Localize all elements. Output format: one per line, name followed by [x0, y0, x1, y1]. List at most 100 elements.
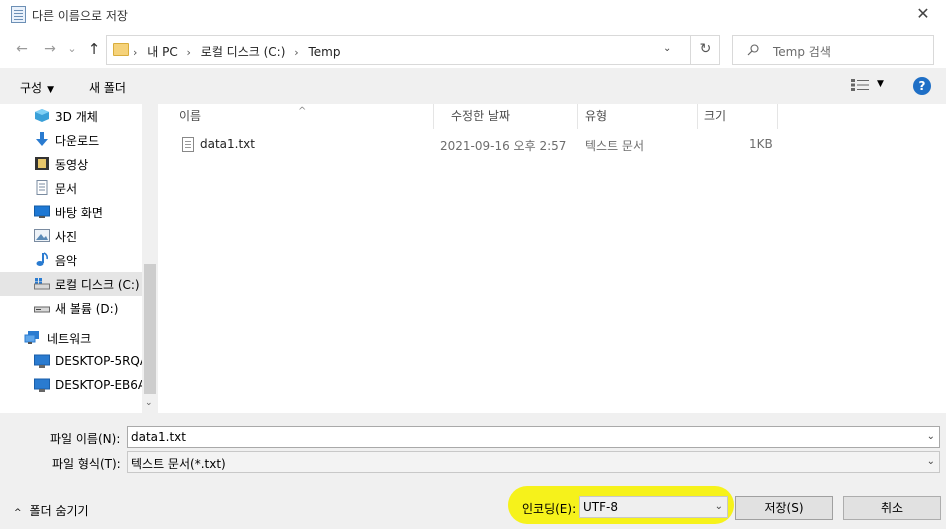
- sidebar-item-local-disk-c[interactable]: 로컬 디스크 (C:): [0, 272, 142, 296]
- sidebar-scrollbar[interactable]: ⌄: [142, 104, 158, 413]
- filetype-select[interactable]: 텍스트 문서(*.txt) ⌄: [127, 451, 940, 473]
- sidebar-item-label: 네트워크: [47, 332, 92, 346]
- navigation-pane: 3D 개체 다운로드 동영상 문서 바탕 화면 사진 음악 로컬 디스크 (C:…: [0, 104, 158, 413]
- sidebar-item-desktop[interactable]: 바탕 화면: [0, 200, 142, 224]
- folder-icon: [113, 43, 129, 56]
- column-header-name[interactable]: 이름 ^: [162, 104, 434, 129]
- sidebar-item-3d-objects[interactable]: 3D 개체: [0, 104, 142, 128]
- save-options-panel: 파일 이름(N): data1.txt ⌄ 파일 형식(T): 텍스트 문서(*…: [0, 413, 946, 529]
- up-button[interactable]: ↑: [84, 39, 104, 59]
- chevron-down-icon: ⌄: [714, 501, 723, 512]
- hide-folders-button[interactable]: ^ 폴더 숨기기: [14, 502, 89, 519]
- encoding-select[interactable]: UTF-8 ⌄: [579, 496, 728, 518]
- chevron-down-icon: ⌄: [926, 456, 935, 467]
- organize-label: 구성: [20, 81, 43, 95]
- sidebar-item-new-volume-d[interactable]: 새 볼륨 (D:): [0, 296, 142, 320]
- computer-icon: [34, 378, 50, 392]
- sidebar-item-label: 로컬 디스크 (C:): [55, 278, 140, 292]
- save-button[interactable]: 저장(S): [735, 496, 833, 520]
- address-bar[interactable]: › 내 PC › 로컬 디스크 (C:) › Temp ⌄ ↻: [106, 35, 720, 65]
- search-input[interactable]: Temp 검색: [732, 35, 934, 65]
- desktop-icon: [34, 205, 50, 218]
- breadcrumb-separator[interactable]: ›: [294, 46, 298, 59]
- file-size: 1KB: [749, 137, 773, 151]
- file-list: 이름 ^ 수정한 날짜 유형 크기 data1.txt 2021-09-16 오…: [162, 104, 946, 413]
- music-icon: [36, 252, 48, 266]
- file-type: 텍스트 문서: [585, 139, 645, 153]
- recent-locations-button[interactable]: ⌄: [62, 39, 82, 59]
- navigation-bar: ← → ⌄ ↑ › 내 PC › 로컬 디스크 (C:) › Temp ⌄ ↻ …: [0, 30, 946, 68]
- sidebar-item-label: 바탕 화면: [55, 206, 103, 220]
- file-name: data1.txt: [200, 137, 255, 151]
- sidebar-item-label: 새 볼륨 (D:): [55, 302, 119, 316]
- sidebar-item-label: DESKTOP-5RQA: [55, 354, 149, 368]
- hide-folders-label: 폴더 숨기기: [29, 504, 89, 518]
- sidebar-item-label: 사진: [55, 230, 78, 244]
- filename-value: data1.txt: [131, 430, 186, 444]
- sidebar-item-label: 문서: [55, 182, 78, 196]
- search-placeholder: Temp 검색: [773, 45, 831, 59]
- view-options-icon[interactable]: [851, 79, 869, 91]
- column-header-label: 이름: [179, 109, 202, 123]
- filename-field[interactable]: data1.txt ⌄: [127, 426, 940, 448]
- help-button[interactable]: ?: [913, 77, 931, 95]
- breadcrumb-this-pc[interactable]: 내 PC: [147, 45, 177, 59]
- sidebar-item-label: 3D 개체: [55, 110, 98, 124]
- chevron-down-icon[interactable]: ⌄: [927, 431, 935, 442]
- text-file-icon: [182, 137, 194, 152]
- drive-icon: [34, 278, 50, 290]
- encoding-value: UTF-8: [583, 500, 618, 514]
- forward-button[interactable]: →: [40, 39, 60, 59]
- breadcrumb-separator[interactable]: ›: [187, 46, 191, 59]
- sidebar-item-pictures[interactable]: 사진: [0, 224, 142, 248]
- breadcrumb-temp[interactable]: Temp: [308, 45, 340, 59]
- view-dropdown-button[interactable]: ▼: [877, 79, 884, 89]
- organize-button[interactable]: 구성 ▼: [20, 79, 54, 96]
- sidebar-item-desktop-5rqa[interactable]: DESKTOP-5RQA: [0, 350, 148, 374]
- sidebar-item-videos[interactable]: 동영상: [0, 152, 142, 176]
- sidebar-item-desktop-eb6a[interactable]: DESKTOP-EB6A: [0, 374, 146, 398]
- sidebar-item-label: DESKTOP-EB6A: [55, 378, 147, 392]
- new-folder-button[interactable]: 새 폴더: [89, 79, 126, 96]
- search-icon: [747, 44, 759, 56]
- address-history-dropdown[interactable]: ⌄: [663, 43, 671, 54]
- sidebar-item-network[interactable]: 네트워크: [0, 326, 142, 350]
- file-row[interactable]: data1.txt 2021-09-16 오후 2:57 텍스트 문서 1KB: [162, 132, 782, 156]
- picture-icon: [34, 229, 50, 242]
- encoding-label: 인코딩(E):: [522, 502, 577, 516]
- refresh-button[interactable]: ↻: [690, 36, 720, 64]
- sidebar-item-documents[interactable]: 문서: [0, 176, 142, 200]
- breadcrumb-local-disk[interactable]: 로컬 디스크 (C:): [201, 45, 286, 59]
- filetype-value: 텍스트 문서(*.txt): [131, 457, 226, 471]
- close-button[interactable]: ✕: [900, 0, 946, 30]
- file-modified: 2021-09-16 오후 2:57: [440, 139, 567, 153]
- cancel-button[interactable]: 취소: [843, 496, 941, 520]
- back-button[interactable]: ←: [12, 39, 32, 59]
- column-header-size[interactable]: 크기: [698, 104, 778, 129]
- caret-down-icon: ▼: [47, 85, 55, 95]
- command-bar: 구성 ▼ 새 폴더 ▼ ?: [0, 68, 946, 104]
- breadcrumb-separator: ›: [133, 46, 138, 59]
- document-icon: [36, 180, 48, 195]
- window-title: 다른 이름으로 저장: [32, 9, 128, 23]
- video-icon: [35, 157, 49, 170]
- sidebar-item-music[interactable]: 음악: [0, 248, 142, 272]
- chevron-up-icon: ^: [14, 508, 22, 518]
- filetype-label: 파일 형식(T):: [52, 457, 121, 471]
- drive-icon: [34, 306, 50, 313]
- notepad-icon: [11, 6, 26, 23]
- column-header-type[interactable]: 유형: [578, 104, 698, 129]
- sort-ascending-icon: ^: [298, 106, 307, 117]
- download-icon: [36, 132, 48, 146]
- filename-label: 파일 이름(N):: [50, 432, 121, 446]
- scrollbar-thumb[interactable]: [144, 264, 156, 394]
- sidebar-item-label: 동영상: [55, 158, 89, 172]
- sidebar-item-label: 다운로드: [55, 134, 100, 148]
- cube-icon: [35, 109, 49, 122]
- sidebar-item-downloads[interactable]: 다운로드: [0, 128, 142, 152]
- network-icon: [24, 331, 39, 344]
- column-header-date[interactable]: 수정한 날짜: [434, 104, 578, 129]
- scroll-down-icon[interactable]: ⌄: [145, 398, 153, 408]
- breadcrumb: › 내 PC › 로컬 디스크 (C:) › Temp: [133, 43, 345, 60]
- title-bar: 다른 이름으로 저장 ✕: [0, 0, 946, 30]
